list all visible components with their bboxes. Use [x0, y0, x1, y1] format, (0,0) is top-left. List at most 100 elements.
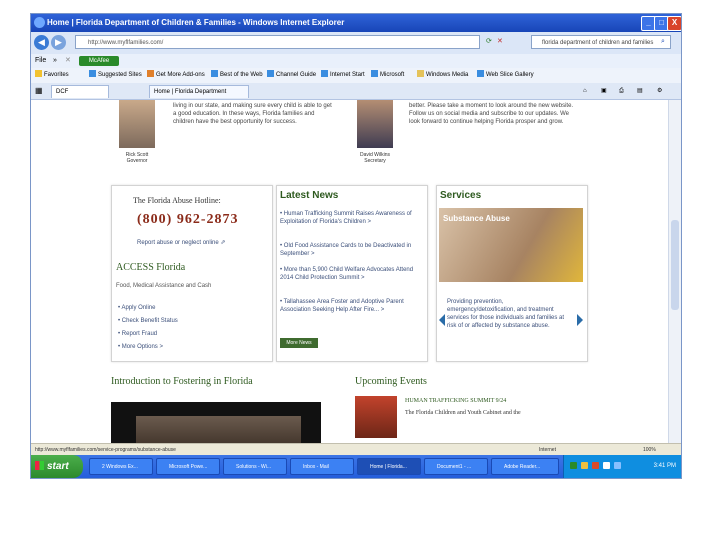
- print-icon[interactable]: ⎙: [619, 83, 624, 99]
- next-arrow-icon[interactable]: [577, 314, 583, 326]
- search-icon[interactable]: ⌕: [661, 36, 665, 48]
- forward-button[interactable]: ▶: [51, 35, 66, 50]
- prev-arrow-icon[interactable]: [439, 314, 445, 326]
- tab-dcf[interactable]: DCF: [51, 85, 109, 98]
- services-image-label: Substance Abuse: [443, 214, 510, 223]
- taskbar-item-adobe[interactable]: Adobe Reader...: [491, 458, 559, 475]
- quick-tabs-icon[interactable]: ▦: [35, 83, 43, 99]
- back-button[interactable]: ◀: [34, 35, 49, 50]
- favorites-bar: Favorites Suggested Sites Get More Add-o…: [31, 68, 681, 84]
- event-thumbnail[interactable]: [355, 396, 397, 438]
- page-menu-icon[interactable]: ▤: [637, 83, 643, 99]
- hotline-phone[interactable]: (800) 962-2873: [137, 212, 239, 228]
- access-link-4[interactable]: • More Options >: [118, 343, 163, 351]
- services-text: Providing prevention, emergency/detoxifi…: [447, 299, 565, 329]
- clock: 3:41 PM: [653, 463, 676, 469]
- governor-caption: Rick Scott Governor: [125, 152, 149, 164]
- fav-microsoft[interactable]: Microsoft: [371, 68, 404, 83]
- event-name-link[interactable]: HUMAN TRAFFICKING SUMMIT 9/24: [405, 398, 506, 404]
- news-item[interactable]: • Old Food Assistance Cards to be Deacti…: [280, 242, 420, 258]
- page-content: Rick Scott Governor living in our state, …: [31, 100, 681, 443]
- access-title: ACCESS Florida: [116, 262, 186, 273]
- page-icon: [371, 70, 378, 77]
- windows-flag-icon: [35, 461, 44, 470]
- page-icon: [211, 70, 218, 77]
- latest-news-box: Latest News • Human Trafficking Summit R…: [276, 185, 428, 362]
- fav-internet-start[interactable]: Internet Start: [321, 68, 365, 83]
- fostering-title: Introduction to Fostering in Florida: [111, 376, 253, 387]
- chevron-icon[interactable]: »: [53, 54, 57, 68]
- folder-icon: [417, 70, 424, 77]
- refresh-icon[interactable]: ⟳: [486, 36, 492, 48]
- page-icon: [477, 70, 484, 77]
- address-bar[interactable]: http://www.myflfamilies.com/: [75, 35, 480, 49]
- tray-volume-icon[interactable]: [603, 462, 610, 469]
- fav-best-of-web[interactable]: Best of the Web: [211, 68, 263, 83]
- hotline-access-box: The Florida Abuse Hotline: (800) 962-287…: [111, 185, 273, 362]
- tab-row: ▦ DCF Home | Florida Department ⌂ ▣ ⎙ ▤ …: [31, 83, 681, 100]
- access-link-2[interactable]: • Check Benefit Status: [118, 317, 178, 325]
- scrollbar-thumb[interactable]: [671, 220, 679, 310]
- video-frame: [136, 416, 301, 443]
- favorites-button[interactable]: Favorites: [35, 68, 69, 83]
- tray-mcafee-icon[interactable]: [570, 462, 577, 469]
- event-description: The Florida Children and Youth Cabinet a…: [405, 410, 521, 416]
- system-tray: 3:41 PM: [563, 455, 681, 478]
- page-icon: [267, 70, 274, 77]
- tray-network-icon[interactable]: [581, 462, 588, 469]
- news-item[interactable]: • More than 5,900 Child Welfare Advocate…: [280, 266, 420, 282]
- services-image[interactable]: Substance Abuse: [439, 208, 583, 282]
- taskbar: start 2 Windows Ex... Microsoft Powe... …: [31, 455, 681, 478]
- page-icon: [89, 70, 96, 77]
- mcafee-button[interactable]: McAfee: [79, 56, 119, 66]
- screen: Home | Florida Department of Children & …: [30, 13, 682, 479]
- fav-web-slice-gallery[interactable]: Web Slice Gallery: [477, 68, 534, 83]
- taskbar-item-ie[interactable]: Home | Florida...: [357, 458, 421, 475]
- fav-channel-guide[interactable]: Channel Guide: [267, 68, 316, 83]
- feeds-icon[interactable]: ▣: [601, 83, 607, 99]
- report-online-link[interactable]: Report abuse or neglect online ⇗: [137, 239, 225, 247]
- access-link-1[interactable]: • Apply Online: [118, 304, 155, 312]
- taskbar-item-mail[interactable]: Inbox - Mail: [290, 458, 354, 475]
- access-subtitle: Food, Medical Assistance and Cash: [116, 283, 212, 289]
- menu-file[interactable]: File: [35, 54, 46, 68]
- page-icon: [321, 70, 328, 77]
- address-row: ◀ ▶ http://www.myflfamilies.com/ ⟳ ✕ flo…: [31, 32, 681, 55]
- search-input[interactable]: florida department of children and famil…: [531, 35, 671, 49]
- secretary-caption: David Wilkins Secretary: [359, 152, 390, 164]
- window-title-bar: Home | Florida Department of Children & …: [31, 14, 681, 32]
- close-toolbar-icon[interactable]: ✕: [65, 54, 71, 68]
- latest-news-title: Latest News: [280, 190, 339, 201]
- close-button[interactable]: X: [667, 16, 681, 31]
- governor-photo: [119, 100, 155, 148]
- fav-suggested-sites[interactable]: Suggested Sites: [89, 68, 142, 83]
- tray-alert-icon[interactable]: [592, 462, 599, 469]
- window-title: Home | Florida Department of Children & …: [47, 18, 345, 27]
- menu-row: File » ✕ McAfee: [31, 54, 681, 68]
- ie-icon: [34, 17, 45, 28]
- taskbar-item-word[interactable]: Document1 - ...: [424, 458, 488, 475]
- home-icon[interactable]: ⌂: [583, 83, 587, 99]
- taskbar-item-solutions[interactable]: Solutions - Wi...: [223, 458, 287, 475]
- intro-left-text: living in our state, and making sure eve…: [173, 103, 332, 125]
- taskbar-item-powerpoint[interactable]: Microsoft Powe...: [156, 458, 220, 475]
- intro-right-text: better. Please take a moment to look aro…: [409, 103, 574, 125]
- fav-get-addons[interactable]: Get More Add-ons: [147, 68, 205, 83]
- events-title: Upcoming Events: [355, 376, 427, 387]
- external-link-icon: ⇗: [220, 240, 226, 246]
- news-item[interactable]: • Tallahassee Area Foster and Adoptive P…: [280, 298, 420, 314]
- taskbar-item-windows-explorer[interactable]: 2 Windows Ex...: [89, 458, 153, 475]
- tray-app-icon[interactable]: [614, 462, 621, 469]
- start-button[interactable]: start: [31, 455, 83, 478]
- stop-icon[interactable]: ✕: [497, 36, 503, 48]
- tools-icon[interactable]: ⚙: [657, 83, 662, 99]
- access-link-3[interactable]: • Report Fraud: [118, 330, 157, 338]
- fostering-video[interactable]: [111, 402, 321, 443]
- more-news-button[interactable]: More News: [280, 338, 318, 348]
- services-title: Services: [440, 190, 482, 201]
- tab-home[interactable]: Home | Florida Department: [149, 85, 249, 98]
- news-item[interactable]: • Human Trafficking Summit Raises Awaren…: [280, 210, 420, 226]
- fav-windows-media[interactable]: Windows Media: [417, 68, 468, 83]
- secretary-photo: [357, 100, 393, 148]
- vertical-scrollbar[interactable]: [668, 100, 681, 443]
